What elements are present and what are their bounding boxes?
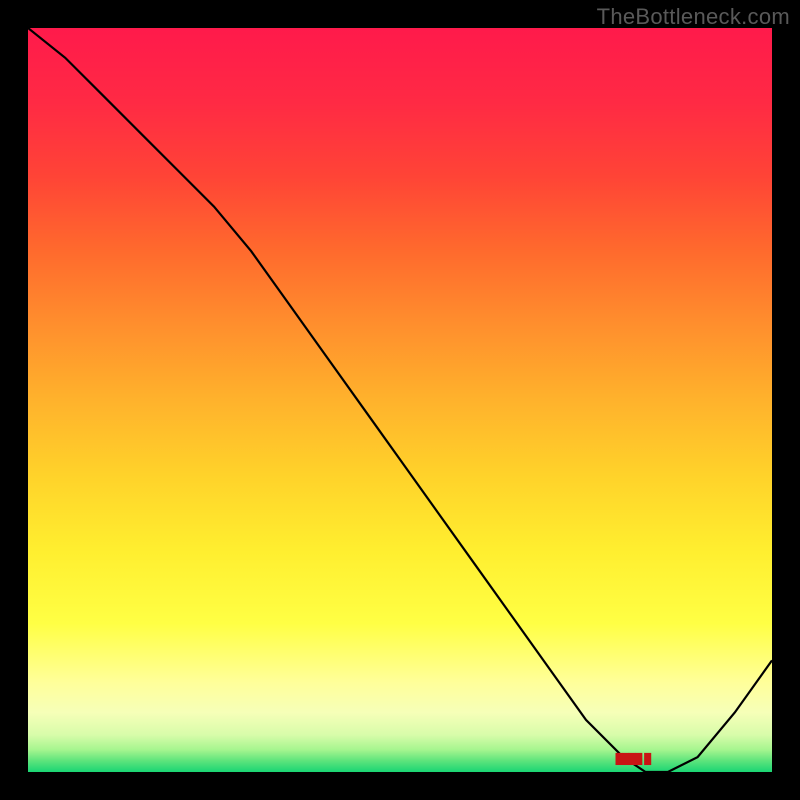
chart-container: TheBottleneck.com ████ █ — [0, 0, 800, 800]
attribution-text: TheBottleneck.com — [597, 4, 790, 30]
line-chart-svg — [28, 28, 772, 772]
plot-area: ████ █ — [28, 28, 772, 772]
annotation-marker: ████ █ — [616, 754, 651, 765]
gradient-background — [28, 28, 772, 772]
